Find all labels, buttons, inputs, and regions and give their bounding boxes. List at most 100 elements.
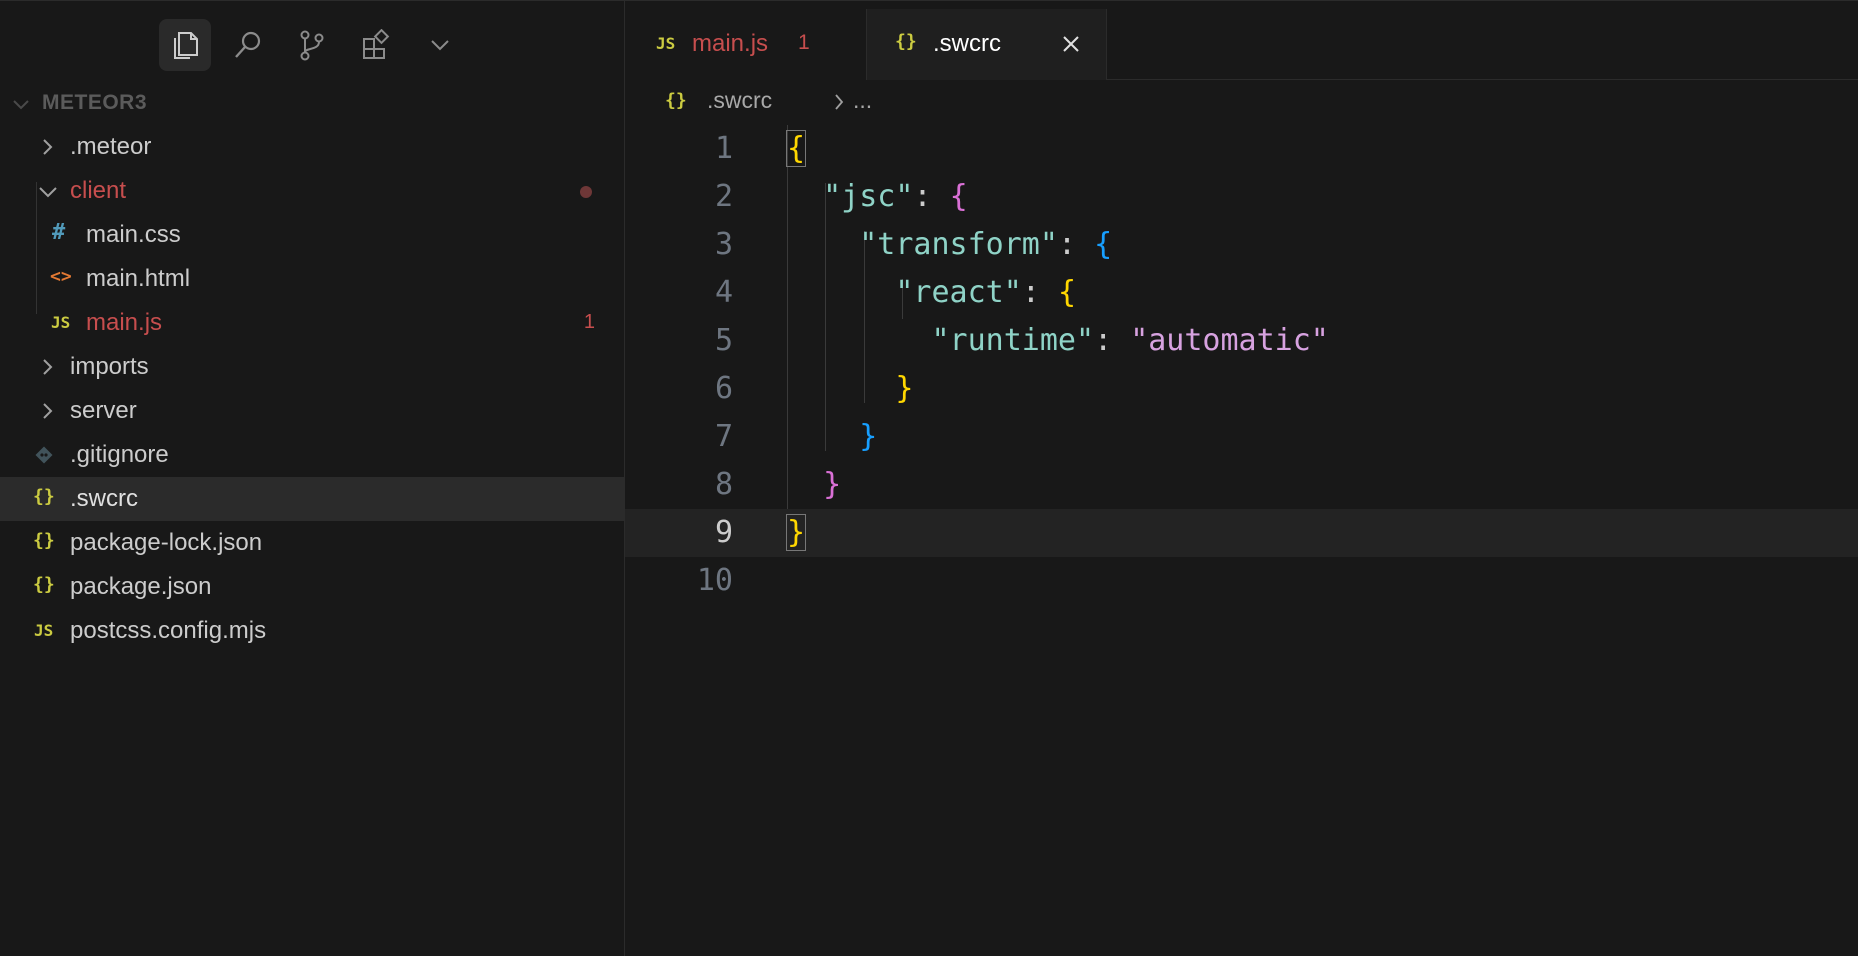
- colon-token: :: [1094, 323, 1131, 358]
- line-number: 5: [714, 323, 733, 358]
- tree-item-main-html[interactable]: <> main.html: [0, 257, 625, 301]
- search-icon: [235, 31, 261, 58]
- chevron-down-icon: [431, 40, 449, 51]
- line-content: }: [785, 514, 807, 551]
- line-number: 7: [714, 419, 733, 454]
- brace-token: {: [785, 130, 807, 167]
- tree-item-imports-folder[interactable]: imports: [0, 345, 625, 389]
- code-line: 10: [625, 557, 1858, 605]
- modified-dot: [580, 186, 592, 198]
- tree-item-label: .meteor: [70, 133, 152, 160]
- code-line: 3 "transform": {: [625, 221, 1858, 269]
- line-content: "runtime": "automatic": [787, 323, 1329, 358]
- json-key-token: "react": [895, 275, 1022, 310]
- line-content: }: [787, 419, 877, 454]
- chevron-down-icon: [39, 187, 57, 198]
- tab-swcrc[interactable]: {} .swcrc: [867, 9, 1107, 80]
- breadcrumb-file[interactable]: .swcrc: [707, 87, 772, 114]
- brace-token: }: [785, 514, 807, 551]
- problem-count-badge: 1: [583, 311, 595, 333]
- line-content: }: [787, 467, 841, 502]
- tree-item-label: .gitignore: [70, 441, 169, 468]
- editor-area: JS main.js 1 {} .swcrc {} .swcrc ... 1 {…: [625, 1, 1858, 956]
- brace-token: }: [823, 467, 842, 502]
- tree-item-package-json[interactable]: {} package.json: [0, 565, 625, 609]
- chevron-right-icon: [835, 94, 844, 110]
- chevron-right-icon: [43, 403, 53, 419]
- colon-token: :: [1021, 275, 1058, 310]
- json-file-icon: {}: [895, 31, 917, 52]
- line-content: "react": {: [787, 275, 1076, 310]
- tab-main-js[interactable]: JS main.js 1: [625, 9, 867, 80]
- tree-item-meteor-folder[interactable]: .meteor: [0, 125, 625, 169]
- breadcrumb-more[interactable]: ...: [853, 87, 872, 114]
- extensions-icon: [363, 29, 390, 59]
- json-key-token: "jsc": [823, 179, 914, 214]
- line-number: 6: [714, 371, 733, 406]
- brace-token: }: [859, 419, 878, 454]
- tree-item-label: main.css: [86, 221, 181, 248]
- json-key-token: "runtime": [931, 323, 1095, 358]
- brace-token: {: [1094, 227, 1113, 262]
- tab-label: main.js: [692, 30, 769, 57]
- brace-token: {: [949, 179, 968, 214]
- explorer-button[interactable]: [159, 19, 211, 71]
- html-file-icon: <>: [50, 266, 72, 287]
- tree-item-label: imports: [70, 353, 149, 380]
- vscode-window: METEOR3 .meteor client # main.css <> mai…: [0, 0, 1858, 956]
- line-number: 10: [696, 563, 733, 598]
- line-content: "transform": {: [787, 227, 1112, 262]
- tree-item-server-folder[interactable]: server: [0, 389, 625, 433]
- tree-item-label: package.json: [70, 573, 212, 600]
- code-line: 2 "jsc": {: [625, 173, 1858, 221]
- tree-item-main-css[interactable]: # main.css: [0, 213, 625, 257]
- chevron-right-icon: [43, 139, 53, 155]
- line-content: {: [785, 130, 807, 167]
- line-number: 9: [714, 515, 733, 550]
- more-views-button[interactable]: [414, 19, 466, 71]
- code-line: 7 }: [625, 413, 1858, 461]
- tree-item-swcrc[interactable]: {} .swcrc: [0, 477, 625, 521]
- tree-item-label: client: [70, 177, 127, 204]
- tree-item-gitignore[interactable]: .gitignore: [0, 433, 625, 477]
- css-file-icon: #: [52, 220, 66, 245]
- tree-item-label: package-lock.json: [70, 529, 263, 556]
- tree-item-label: .swcrc: [70, 485, 138, 512]
- json-file-icon: {}: [33, 530, 55, 551]
- tree-item-client-folder[interactable]: client: [0, 169, 625, 213]
- line-content: "jsc": {: [787, 179, 968, 214]
- close-icon[interactable]: [1060, 33, 1082, 55]
- source-control-icon: [300, 30, 324, 61]
- json-string-token: "automatic": [1130, 323, 1329, 358]
- js-file-icon: JS: [656, 34, 676, 53]
- code-line: 5 "runtime": "automatic": [625, 317, 1858, 365]
- line-number: 2: [714, 179, 733, 214]
- chevron-right-icon: [43, 359, 53, 375]
- json-key-token: "transform": [859, 227, 1058, 262]
- brace-token: }: [895, 371, 914, 406]
- tree-item-label: server: [70, 397, 137, 424]
- tree-item-package-lock-json[interactable]: {} package-lock.json: [0, 521, 625, 565]
- line-number: 4: [714, 275, 733, 310]
- code-line: 8 }: [625, 461, 1858, 509]
- code-line: 1 {: [625, 125, 1858, 173]
- problem-count-badge: 1: [798, 31, 810, 54]
- line-number: 1: [714, 131, 733, 166]
- line-content: }: [787, 371, 913, 406]
- files-icon: [174, 32, 198, 59]
- chevron-down-icon: [13, 100, 29, 110]
- tab-label: .swcrc: [933, 30, 1001, 57]
- explorer-header[interactable]: METEOR3: [0, 87, 625, 119]
- tree-item-label: postcss.config.mjs: [70, 617, 267, 644]
- sidebar: METEOR3 .meteor client # main.css <> mai…: [0, 1, 625, 956]
- brace-token: {: [1057, 275, 1076, 310]
- source-control-button[interactable]: [286, 19, 338, 71]
- js-file-icon: JS: [51, 313, 71, 332]
- search-button[interactable]: [222, 19, 274, 71]
- line-number: 8: [714, 467, 733, 502]
- colon-token: :: [913, 179, 950, 214]
- tree-item-postcss-config[interactable]: JS postcss.config.mjs: [0, 609, 625, 653]
- tree-item-main-js[interactable]: JS main.js 1: [0, 301, 625, 345]
- json-file-icon: {}: [33, 486, 55, 507]
- extensions-button[interactable]: [350, 19, 402, 71]
